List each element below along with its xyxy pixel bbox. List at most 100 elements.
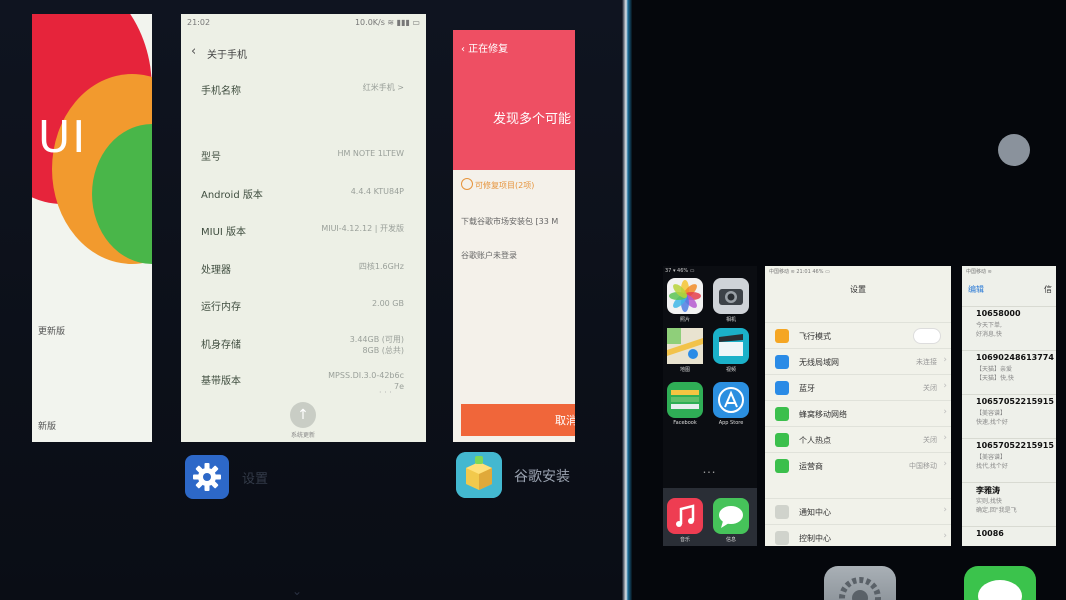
message-sender: 10086 bbox=[976, 529, 1004, 538]
row-ram: 运行内存 2.00 GB bbox=[181, 298, 426, 334]
page-dots: • • • bbox=[703, 470, 716, 476]
photos-icon[interactable] bbox=[667, 278, 703, 314]
notification-center-icon bbox=[775, 505, 789, 519]
row-value: HM NOTE 1LTEW bbox=[337, 149, 404, 158]
settings-card[interactable]: 中国移动 ≋ 21:01 46% ▭ 设置 飞行模式 无线局域网 未连接 › 蓝… bbox=[765, 266, 951, 546]
row-storage: 机身存储 3.44GB (可用) 8GB (总共) bbox=[181, 334, 426, 370]
settings-row-cellular[interactable]: 蜂窝移动网络 › bbox=[765, 400, 951, 427]
message-preview: 今天下单, 好消息,快 bbox=[976, 322, 1002, 338]
settings-row-control-center[interactable]: 控制中心 › bbox=[765, 524, 951, 546]
status-indicators: 10.0K/s ≋ ▮▮▮ ▭ bbox=[354, 18, 420, 27]
airplane-toggle[interactable] bbox=[913, 328, 941, 344]
status-bar: 21:02 10.0K/s ≋ ▮▮▮ ▭ bbox=[181, 14, 426, 32]
settings-row-notifications[interactable]: 通知中心 › bbox=[765, 498, 951, 525]
settings-gear-icon[interactable] bbox=[824, 566, 896, 600]
package-icon[interactable] bbox=[456, 452, 502, 498]
miui-footer-1: 更新版 bbox=[38, 327, 66, 337]
message-sender: 10658000 bbox=[976, 309, 1021, 318]
row-value: 红米手机 > bbox=[362, 83, 404, 92]
row-label: 处理器 bbox=[201, 265, 231, 276]
app-label: Facebook bbox=[673, 420, 697, 426]
settings-row-wifi[interactable]: 无线局域网 未连接 › bbox=[765, 348, 951, 375]
row-value: 未连接 bbox=[916, 358, 937, 366]
status-bar: 中国移动 ≋ bbox=[966, 269, 992, 275]
row-miui-version[interactable]: MIUI 版本 MIUI-4.12.12 | 开发版 bbox=[181, 223, 426, 259]
facebook-icon[interactable] bbox=[667, 382, 703, 418]
row-value: 4.4.4 KTU84P bbox=[350, 187, 404, 196]
message-preview: 实则,找快 确定,回"我是飞 bbox=[976, 498, 1017, 514]
row-label: 个人热点 bbox=[799, 436, 831, 445]
warning-icon bbox=[461, 178, 473, 190]
row-value: MPSS.DI.3.0-42b6c 7e bbox=[328, 371, 404, 391]
row-label: 机身存储 bbox=[201, 340, 241, 351]
airplane-icon bbox=[775, 329, 789, 343]
page-title: 设置 bbox=[850, 285, 866, 294]
repair-headline: 发现多个可能 bbox=[493, 112, 572, 127]
phone-icon bbox=[775, 459, 789, 473]
app-label-settings: 设置 bbox=[242, 472, 269, 487]
dock: 音乐 信息 bbox=[663, 488, 757, 546]
app-label: 音乐 bbox=[679, 537, 690, 543]
photo-divider bbox=[622, 0, 632, 600]
messages-card[interactable]: 中国移动 ≋ 编辑 信 10658000 今天下单, 好消息,快 1069024… bbox=[962, 266, 1056, 546]
message-sender: 10657052215915 bbox=[976, 441, 1054, 450]
repair-title[interactable]: ‹ 正在修复 bbox=[461, 40, 508, 55]
message-sender: 李雅涛 bbox=[976, 486, 1000, 495]
page-title: 信 bbox=[1044, 285, 1052, 294]
row-value: 2.00 GB bbox=[371, 299, 404, 308]
app-label: 信息 bbox=[725, 537, 736, 543]
update-arrow-icon[interactable]: ↑ bbox=[290, 402, 316, 428]
chevron-down-icon[interactable]: ⌄ bbox=[292, 584, 302, 598]
assistive-touch-button[interactable] bbox=[998, 134, 1030, 166]
appstore-icon[interactable] bbox=[713, 382, 749, 418]
row-label: 蜂窝移动网络 bbox=[799, 410, 847, 419]
miui-logo: UI bbox=[38, 112, 88, 163]
settings-row-hotspot[interactable]: 个人热点 关闭 › bbox=[765, 426, 951, 453]
chevron-right-icon: › bbox=[943, 505, 947, 515]
home-screen-card[interactable]: 37 ▾ 46% ▭ 照片 相机 地图 视频 Facebook App Stor… bbox=[663, 266, 757, 546]
message-row[interactable]: 李雅涛 实则,找快 确定,回"我是飞 bbox=[962, 482, 1056, 527]
message-sender: 10690248613774 bbox=[976, 353, 1054, 362]
messages-icon[interactable] bbox=[713, 498, 749, 534]
row-value: 关闭 bbox=[923, 384, 937, 392]
camera-icon[interactable] bbox=[713, 278, 749, 314]
about-nav: ‹ 关于手机 bbox=[181, 44, 426, 70]
settings-row-bluetooth[interactable]: 蓝牙 关闭 › bbox=[765, 374, 951, 401]
hotspot-icon bbox=[775, 433, 789, 447]
message-row[interactable]: 10658000 今天下单, 好消息,快 bbox=[962, 306, 1056, 351]
message-row[interactable]: 10086 bbox=[962, 526, 1056, 546]
videos-icon[interactable] bbox=[713, 328, 749, 364]
row-value: 3.44GB (可用) 8GB (总共) bbox=[349, 335, 404, 355]
app-label: App Store bbox=[718, 420, 744, 426]
message-preview: 【美容谱】 找代,找个好 bbox=[976, 454, 1008, 470]
message-row[interactable]: 10657052215915 【美容谱】 找代,找个好 bbox=[962, 438, 1056, 483]
message-sender: 10657052215915 bbox=[976, 397, 1054, 406]
chevron-left-icon[interactable]: ‹ bbox=[191, 44, 196, 59]
about-phone-card[interactable]: 21:02 10.0K/s ≋ ▮▮▮ ▭ ‹ 关于手机 手机名称 红米手机 >… bbox=[181, 14, 426, 442]
repair-card[interactable]: ‹ 正在修复 发现多个可能 可修复项目(2项) 下载谷歌市场安装包 [33 M … bbox=[453, 30, 575, 442]
page-title: 关于手机 bbox=[207, 50, 247, 61]
cancel-button[interactable]: 取消 bbox=[461, 404, 575, 436]
repair-item: 下载谷歌市场安装包 [33 M bbox=[461, 217, 559, 226]
gear-icon[interactable] bbox=[185, 455, 229, 499]
row-value: 关闭 bbox=[923, 436, 937, 444]
row-label: 运行内存 bbox=[201, 302, 241, 313]
row-label: 蓝牙 bbox=[799, 384, 815, 393]
row-label: 运营商 bbox=[799, 462, 823, 471]
row-device-name[interactable]: 手机名称 红米手机 > bbox=[181, 82, 426, 118]
settings-row-carrier[interactable]: 运营商 中国移动 › bbox=[765, 452, 951, 479]
edit-button[interactable]: 编辑 bbox=[968, 284, 984, 295]
repair-warning: 可修复项目(2项) bbox=[475, 181, 535, 190]
message-row[interactable]: 10690248613774 【天猫】亲爱 【天猫】快,快 bbox=[962, 350, 1056, 395]
app-label: 相机 bbox=[725, 317, 736, 323]
row-value: 中国移动 bbox=[909, 462, 937, 470]
status-bar: 中国移动 ≋ 21:01 46% ▭ bbox=[769, 269, 830, 275]
music-icon[interactable] bbox=[667, 498, 703, 534]
settings-row-airplane[interactable]: 飞行模式 bbox=[765, 322, 951, 349]
messages-bubble-icon[interactable] bbox=[964, 566, 1036, 600]
message-row[interactable]: 10657052215915 【美容谱】 快速,找个好 bbox=[962, 394, 1056, 439]
app-label: 地图 bbox=[679, 367, 690, 373]
miui-card[interactable]: UI 更新版 新版 bbox=[32, 14, 152, 442]
maps-icon[interactable] bbox=[667, 328, 703, 364]
bluetooth-icon bbox=[775, 381, 789, 395]
